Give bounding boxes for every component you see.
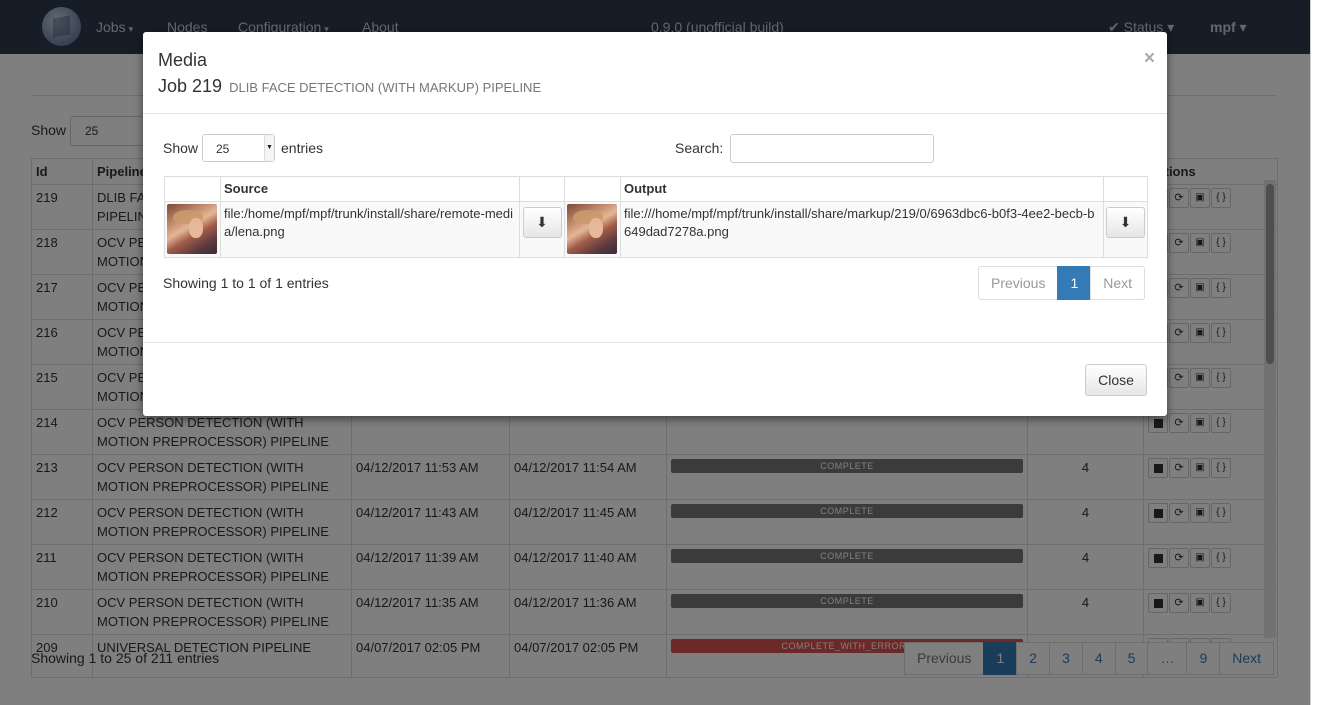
source-path: file:/home/mpf/mpf/trunk/install/share/r… xyxy=(220,201,520,258)
media-modal: Media Job 219 DLIB FACE DETECTION (WITH … xyxy=(143,32,1167,416)
modal-subtitle: Job 219 DLIB FACE DETECTION (WITH MARKUP… xyxy=(158,76,541,97)
modal-page-1[interactable]: 1 xyxy=(1057,266,1092,300)
col-source-download xyxy=(519,176,565,202)
col-source[interactable]: Source xyxy=(220,176,520,202)
col-output-download xyxy=(1103,176,1148,202)
output-path: file:///home/mpf/mpf/trunk/install/share… xyxy=(620,201,1104,258)
source-thumbnail-cell xyxy=(164,201,221,258)
download-icon: ⬇ xyxy=(1119,214,1132,230)
job-pipeline: DLIB FACE DETECTION (WITH MARKUP) PIPELI… xyxy=(229,80,542,95)
modal-header: Media Job 219 DLIB FACE DETECTION (WITH … xyxy=(143,32,1167,114)
media-row: file:/home/mpf/mpf/trunk/install/share/r… xyxy=(164,201,1148,258)
output-download-cell: ⬇ xyxy=(1103,201,1148,258)
col-source-thumb xyxy=(164,176,221,202)
modal-page-size-value: 25 xyxy=(216,142,230,156)
chevron-down-icon: ▼ xyxy=(264,135,274,161)
job-id: Job 219 xyxy=(158,76,223,96)
modal-title: Media xyxy=(158,50,208,70)
media-table: Source Output file:/home/mpf/mpf/trunk/i… xyxy=(164,176,1148,258)
window-edge xyxy=(1310,0,1323,705)
modal-table-info: Showing 1 to 1 of 1 entries xyxy=(163,275,329,291)
modal-entries-label: entries xyxy=(281,140,324,156)
output-download-button[interactable]: ⬇ xyxy=(1106,207,1145,238)
col-output-thumb xyxy=(564,176,621,202)
modal-search-input[interactable] xyxy=(730,134,934,163)
col-output[interactable]: Output xyxy=(620,176,1104,202)
output-thumbnail[interactable] xyxy=(567,204,617,254)
close-button[interactable]: Close xyxy=(1085,364,1147,396)
modal-previous-button[interactable]: Previous xyxy=(978,266,1059,300)
modal-show-label: Show xyxy=(163,140,199,156)
source-download-cell: ⬇ xyxy=(519,201,565,258)
source-download-button[interactable]: ⬇ xyxy=(522,207,562,238)
source-thumbnail[interactable] xyxy=(167,204,217,254)
modal-pagination: Previous 1 Next xyxy=(978,266,1146,300)
modal-footer: Close xyxy=(143,342,1167,416)
download-icon: ⬇ xyxy=(536,214,548,230)
media-header-row: Source Output xyxy=(164,176,1148,202)
modal-next-button[interactable]: Next xyxy=(1090,266,1146,300)
modal-page-size-select[interactable]: 25 ▼ xyxy=(202,134,275,162)
output-thumbnail-cell xyxy=(564,201,621,258)
modal-search-label: Search: xyxy=(675,140,724,156)
close-icon[interactable]: × xyxy=(1144,48,1155,70)
